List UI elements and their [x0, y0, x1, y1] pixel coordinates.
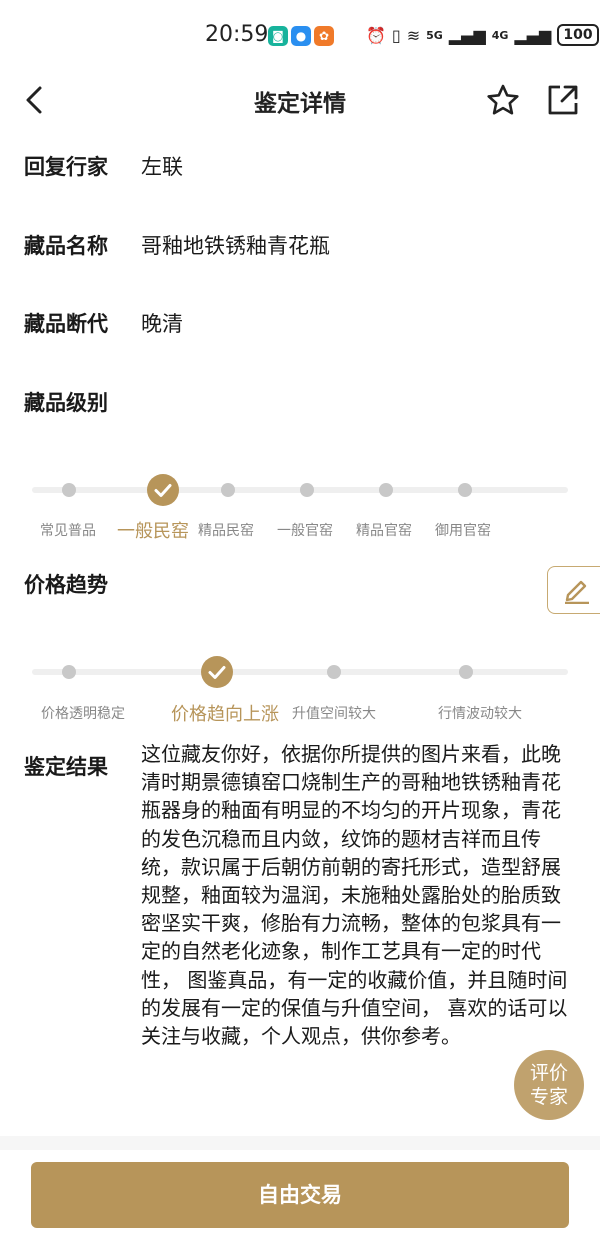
bottom-divider [0, 1136, 600, 1150]
trend-step-label[interactable]: 行情波动较大 [438, 703, 522, 723]
era-value: 晚清 [141, 312, 183, 336]
app-icon-1: ◙ [268, 26, 288, 46]
level-step-label[interactable]: 一般民窑 [117, 517, 189, 543]
level-step-dot[interactable] [458, 483, 472, 497]
vibrate-icon: ▯ [391, 25, 401, 45]
trend-step-dot[interactable] [62, 665, 76, 679]
network-5g-label: 5G [426, 28, 443, 42]
edit-button[interactable] [547, 566, 600, 614]
trend-step-label[interactable]: 价格透明稳定 [41, 703, 125, 723]
status-bar: 20:59 ◙ ● ✿ ⏰ ▯ ≋ 5G ▂▄▆ 4G ▂▄▆ 100 [0, 0, 600, 70]
expert-label: 回复行家 [24, 155, 108, 179]
trend-track [32, 669, 568, 675]
trend-label: 价格趋势 [24, 573, 108, 597]
signal-icon: ▂▄▆ [448, 25, 486, 45]
level-label: 藏品级别 [24, 391, 108, 415]
level-step-label[interactable]: 常见普品 [40, 520, 96, 540]
trend-step-dot[interactable] [327, 665, 341, 679]
expert-value: 左联 [141, 155, 183, 179]
appraisal-result-text: 这位藏友你好，依据你所提供的图片来看，此晚清时期景德镇窑口烧制生产的哥釉地铁锈釉… [141, 742, 568, 1049]
share-icon[interactable] [545, 82, 581, 118]
trend-selected-check-icon[interactable] [201, 656, 233, 688]
trend-step-dot[interactable] [459, 665, 473, 679]
free-trade-button[interactable]: 自由交易 [31, 1162, 569, 1228]
status-time: 20:59 [205, 22, 269, 47]
result-label: 鉴定结果 [24, 755, 108, 779]
favorite-star-icon[interactable] [485, 82, 521, 118]
level-step-dot[interactable] [62, 483, 76, 497]
level-step-label[interactable]: 御用官窑 [435, 520, 491, 540]
battery-level: 100 [557, 24, 599, 46]
level-step-dot[interactable] [379, 483, 393, 497]
nav-bar: 鉴定详情 [0, 70, 600, 130]
level-step-dot[interactable] [221, 483, 235, 497]
level-selected-check-icon[interactable] [147, 474, 179, 506]
era-label: 藏品断代 [24, 312, 108, 336]
trend-step-label[interactable]: 价格趋向上涨 [171, 700, 279, 726]
rate-expert-button[interactable]: 评价 专家 [514, 1050, 584, 1120]
status-icons: ⏰ ▯ ≋ 5G ▂▄▆ 4G ▂▄▆ 100 [366, 22, 599, 48]
item-name-label: 藏品名称 [24, 234, 108, 258]
trend-step-label[interactable]: 升值空间较大 [292, 703, 376, 723]
item-name-value: 哥釉地铁锈釉青花瓶 [141, 234, 330, 258]
message-app-icon: ● [291, 26, 311, 46]
signal-icon-2: ▂▄▆ [514, 25, 552, 45]
rate-expert-line2: 专家 [529, 1086, 568, 1108]
app-icon-3: ✿ [314, 26, 334, 46]
level-step-label[interactable]: 精品官窑 [356, 520, 412, 540]
network-4g-label: 4G [491, 28, 509, 42]
wifi-icon: ≋ [406, 25, 421, 45]
level-step-label[interactable]: 一般官窑 [277, 520, 333, 540]
rate-expert-line1: 评价 [529, 1062, 568, 1084]
level-step-dot[interactable] [300, 483, 314, 497]
alarm-icon: ⏰ [366, 25, 386, 45]
level-step-label[interactable]: 精品民窑 [198, 520, 254, 540]
